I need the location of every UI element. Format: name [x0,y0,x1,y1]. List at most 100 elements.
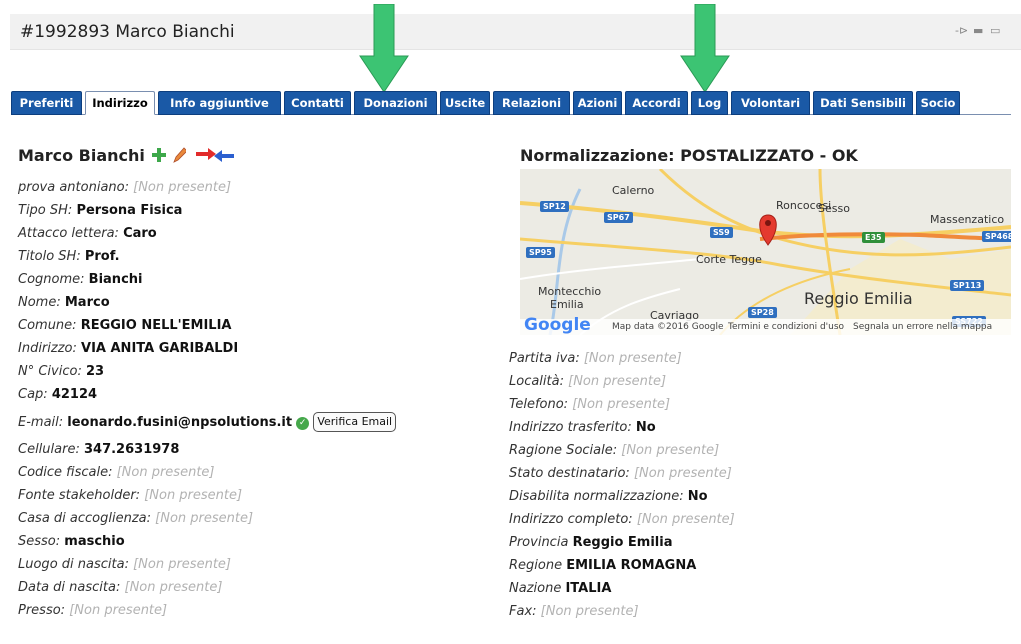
field-label: Tipo SH: [18,203,73,218]
field-label: Località: [509,374,564,389]
minimize-icon[interactable]: ▬ [973,24,983,37]
field-value: Reggio Emilia [572,535,673,550]
field-value: 347.2631978 [83,442,180,457]
email-value[interactable]: leonardo.fusini@npsolutions.it [67,415,292,430]
field-label: Indirizzo trasferito: [509,420,632,435]
field-value: Prof. [84,249,120,264]
field-value: Caro [123,226,157,241]
normalization-heading: Normalizzazione: POSTALIZZATO - OK [520,146,858,165]
map-attribution-bar: Map data ©2016 Google Termini e condizio… [520,319,1011,335]
field-value: Bianchi [88,272,143,287]
map-report-link[interactable]: Segnala un errore nella mappa [853,322,992,332]
edit-pencil-icon[interactable] [172,147,188,163]
field-telefono: Telefono: [Non presente] [509,397,670,413]
tab-contatti[interactable]: Contatti [284,91,351,115]
field-presso: Presso: [Non presente] [18,603,167,619]
field-nazione: Nazione ITALIA [509,581,611,597]
field-label: Codice fiscale: [18,465,113,480]
field-label: Presso: [18,603,66,618]
field-value: [Non presente] [155,511,254,526]
contact-heading: Marco Bianchi [18,146,234,165]
check-icon: ✓ [296,417,310,430]
pin-icon[interactable]: -⊳ [955,24,968,37]
road-shield: E35 [862,232,885,243]
field-value: [Non presente] [540,604,639,619]
add-icon[interactable] [152,148,167,162]
field-label: Data di nascita: [18,580,121,595]
map-terms-link[interactable]: Termini e condizioni d'uso [728,322,844,332]
tab-relazioni[interactable]: Relazioni [493,91,570,115]
field-value: [Non presente] [144,488,243,503]
field-label: Cognome: [18,272,85,287]
road-shield: SP95 [526,247,555,258]
verify-email-button[interactable]: Verifica Email [313,412,397,432]
field-label: Comune: [18,318,77,333]
field-cognome: Cognome: Bianchi [18,272,142,288]
arrow-down-icon [359,4,409,93]
road-shield: SP113 [950,280,985,291]
tab-dati-sensibili[interactable]: Dati Sensibili [813,91,913,115]
field-label: Luogo di nascita: [18,557,129,572]
field-value: [Non presente] [583,351,682,366]
tab-accordi[interactable]: Accordi [625,91,688,115]
tab-volontari[interactable]: Volontari [731,91,810,115]
field-fonte-stakeholder: Fonte stakeholder: [Non presente] [18,488,242,504]
field-label: Disabilita normalizzazione: [509,489,684,504]
field-value: No [687,489,708,504]
road-shield: SP28 [748,307,777,318]
field-value: [Non presente] [133,180,232,195]
field-fax: Fax: [Non presente] [509,604,639,620]
tab-preferiti[interactable]: Preferiti [11,91,82,115]
tab-indirizzo[interactable]: Indirizzo [85,91,155,115]
field-provincia: Provincia Reggio Emilia [509,535,672,551]
field-value: VIA ANITA GARIBALDI [81,341,239,356]
road-shield: SP468 [982,231,1011,242]
map-label: Emilia [550,298,584,311]
tab-donazioni[interactable]: Donazioni [354,91,437,115]
field-label: N° Civico: [18,364,82,379]
tab-log[interactable]: Log [691,91,728,115]
field-regione: Regione EMILIA ROMAGNA [509,558,696,574]
field-luogo-nascita: Luogo di nascita: [Non presente] [18,557,231,573]
tab-azioni[interactable]: Azioni [573,91,622,115]
field-label: Casa di accoglienza: [18,511,152,526]
field-stato-destinatario: Stato destinatario: [Non presente] [509,466,732,482]
tab-uscite[interactable]: Uscite [440,91,490,115]
field-label: Ragione Sociale: [509,443,618,458]
field-tipo-sh: Tipo SH: Persona Fisica [18,203,182,219]
field-value: [Non presente] [124,580,223,595]
field-cap: Cap: 42124 [18,387,97,403]
field-label: Nazione [509,581,562,596]
tab-socio[interactable]: Socio [916,91,960,115]
road-shield: SS9 [710,227,733,238]
field-value: No [635,420,656,435]
arrow-down-icon [680,4,730,93]
field-prova-antoniano: prova antoniano: [Non presente] [18,180,231,196]
field-label: Indirizzo: [18,341,77,356]
field-casa-accoglienza: Casa di accoglienza: [Non presente] [18,511,253,527]
maximize-icon[interactable]: ▭ [990,24,1000,37]
field-value: REGGIO NELL'EMILIA [80,318,232,333]
tab-info-aggiuntive[interactable]: Info aggiuntive [158,91,281,115]
field-label: Telefono: [509,397,569,412]
field-label: prova antoniano: [18,180,129,195]
contact-name: Marco Bianchi [18,146,145,165]
field-label: Regione [509,558,563,573]
map-view[interactable]: Calerno Roncocesi Sesso Massenzatico Cor… [520,169,1011,335]
field-value: [Non presente] [636,512,735,527]
field-localita: Località: [Non presente] [509,374,666,390]
field-label: Partita iva: [509,351,580,366]
field-civico: N° Civico: 23 [18,364,104,380]
field-data-nascita: Data di nascita: [Non presente] [18,580,222,596]
map-label: Massenzatico [930,213,1005,226]
map-city-label: Reggio Emilia [804,289,913,308]
field-value: [Non presente] [69,603,168,618]
field-indirizzo-trasferito: Indirizzo trasferito: No [509,420,656,436]
swap-arrows-icon[interactable] [195,148,234,162]
window-titlebar: #1992893 Marco Bianchi -⊳ ▬ ▭ [10,14,1021,50]
field-value: [Non presente] [633,466,732,481]
field-comune: Comune: REGGIO NELL'EMILIA [18,318,232,334]
road-shield: SP12 [540,201,569,212]
field-sesso: Sesso: maschio [18,534,125,550]
field-cellulare: Cellulare: 347.2631978 [18,442,179,458]
